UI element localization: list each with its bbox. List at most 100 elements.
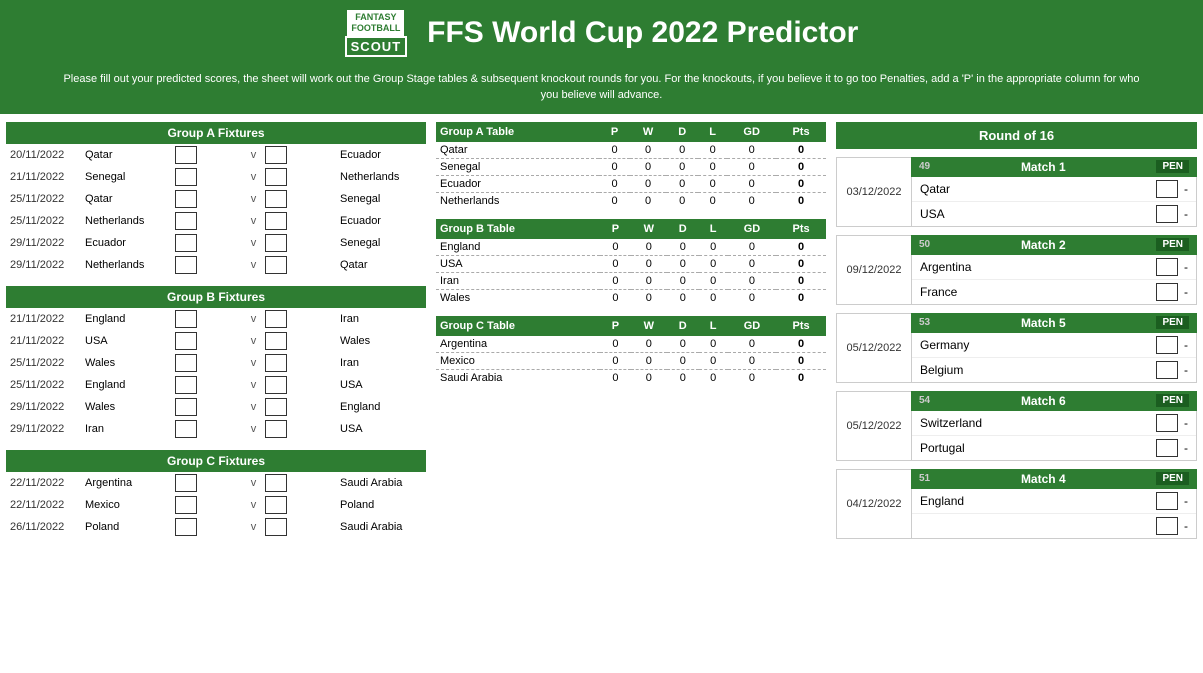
score-away-cell[interactable]: [261, 188, 336, 210]
team1-name: Switzerland: [920, 416, 1156, 430]
away-score-input[interactable]: [265, 518, 287, 536]
group-b-fixture-table: 21/11/2022 England v Iran 21/11/2022 USA…: [6, 308, 426, 440]
score-home-cell[interactable]: [171, 352, 246, 374]
score-away-cell[interactable]: [261, 494, 336, 516]
match-inner: 53 Match 5 PEN Germany - Belgium -: [911, 313, 1197, 383]
home-score-input[interactable]: [175, 234, 197, 252]
group-a-fixtures: Group A Fixtures 20/11/2022 Qatar v Ecua…: [6, 122, 426, 276]
home-score-input[interactable]: [175, 376, 197, 394]
home-score-input[interactable]: [175, 256, 197, 274]
score-away-cell[interactable]: [261, 166, 336, 188]
score-away-cell[interactable]: [261, 472, 336, 494]
fixture-date: 21/11/2022: [6, 330, 81, 352]
away-score-input[interactable]: [265, 190, 287, 208]
home-score-input[interactable]: [175, 354, 197, 372]
home-score-input[interactable]: [175, 474, 197, 492]
away-score-input[interactable]: [265, 420, 287, 438]
away-score-input[interactable]: [265, 354, 287, 372]
home-score-input[interactable]: [175, 332, 197, 350]
score-home-cell[interactable]: [171, 374, 246, 396]
home-score-input[interactable]: [175, 518, 197, 536]
team1-row: Argentina -: [912, 255, 1196, 280]
home-score-input[interactable]: [175, 420, 197, 438]
away-score-input[interactable]: [265, 332, 287, 350]
team2-name: Portugal: [920, 441, 1156, 455]
score-home-cell[interactable]: [171, 232, 246, 254]
score-home-cell[interactable]: [171, 144, 246, 166]
score-away-cell[interactable]: [261, 330, 336, 352]
team2-score-input[interactable]: [1156, 205, 1178, 223]
away-score-input[interactable]: [265, 212, 287, 230]
team2-score-input[interactable]: [1156, 439, 1178, 457]
team2-score-input[interactable]: [1156, 283, 1178, 301]
home-score-input[interactable]: [175, 190, 197, 208]
home-score-input[interactable]: [175, 168, 197, 186]
away-score-input[interactable]: [265, 376, 287, 394]
stat-l: 0: [699, 239, 728, 256]
score-home-cell[interactable]: [171, 188, 246, 210]
team1-score-input[interactable]: [1156, 258, 1178, 276]
team1-score-input[interactable]: [1156, 414, 1178, 432]
home-team: England: [81, 308, 171, 330]
fixture-date: 22/11/2022: [6, 494, 81, 516]
dash1: -: [1184, 494, 1188, 508]
fixture-date: 21/11/2022: [6, 308, 81, 330]
score-home-cell[interactable]: [171, 308, 246, 330]
versus-label: v: [246, 472, 261, 494]
stat-d: 0: [666, 158, 698, 175]
away-score-input[interactable]: [265, 310, 287, 328]
table-row: 25/11/2022 Wales v Iran: [6, 352, 426, 374]
stat-w: 0: [631, 289, 667, 306]
score-home-cell[interactable]: [171, 210, 246, 232]
score-home-cell[interactable]: [171, 330, 246, 352]
home-score-input[interactable]: [175, 310, 197, 328]
home-team: England: [81, 374, 171, 396]
score-away-cell[interactable]: [261, 374, 336, 396]
score-home-cell[interactable]: [171, 494, 246, 516]
match-header: 50 Match 2 PEN: [911, 235, 1197, 255]
score-away-cell[interactable]: [261, 516, 336, 538]
score-home-cell[interactable]: [171, 254, 246, 276]
home-score-input[interactable]: [175, 398, 197, 416]
score-home-cell[interactable]: [171, 472, 246, 494]
score-home-cell[interactable]: [171, 396, 246, 418]
away-team: Qatar: [336, 254, 426, 276]
score-away-cell[interactable]: [261, 418, 336, 440]
score-away-cell[interactable]: [261, 352, 336, 374]
away-score-input[interactable]: [265, 168, 287, 186]
team1-score-input[interactable]: [1156, 180, 1178, 198]
score-away-cell[interactable]: [261, 396, 336, 418]
versus-label: v: [246, 494, 261, 516]
score-home-cell[interactable]: [171, 516, 246, 538]
away-score-input[interactable]: [265, 496, 287, 514]
match-label: Match 2: [1021, 238, 1066, 252]
away-score-input[interactable]: [265, 146, 287, 164]
round16-column: Round of 16 03/12/2022 49 Match 1 PEN Qa…: [826, 122, 1197, 548]
score-away-cell[interactable]: [261, 144, 336, 166]
home-score-input[interactable]: [175, 212, 197, 230]
home-team: Qatar: [81, 144, 171, 166]
score-away-cell[interactable]: [261, 308, 336, 330]
team2-score-input[interactable]: [1156, 517, 1178, 535]
score-away-cell[interactable]: [261, 254, 336, 276]
team1-score-input[interactable]: [1156, 492, 1178, 510]
stat-l: 0: [699, 352, 728, 369]
stat-gd: 0: [727, 158, 776, 175]
home-score-input[interactable]: [175, 496, 197, 514]
away-score-input[interactable]: [265, 398, 287, 416]
score-home-cell[interactable]: [171, 418, 246, 440]
home-score-input[interactable]: [175, 146, 197, 164]
away-score-input[interactable]: [265, 474, 287, 492]
team2-score-input[interactable]: [1156, 361, 1178, 379]
score-home-cell[interactable]: [171, 166, 246, 188]
stat-w: 0: [631, 369, 667, 386]
away-score-input[interactable]: [265, 256, 287, 274]
match-date: 04/12/2022: [836, 469, 911, 539]
score-away-cell[interactable]: [261, 210, 336, 232]
away-team: Netherlands: [336, 166, 426, 188]
team1-score-input[interactable]: [1156, 336, 1178, 354]
score-away-cell[interactable]: [261, 232, 336, 254]
match-date: 05/12/2022: [836, 391, 911, 461]
team-name: Qatar: [436, 142, 599, 159]
away-score-input[interactable]: [265, 234, 287, 252]
